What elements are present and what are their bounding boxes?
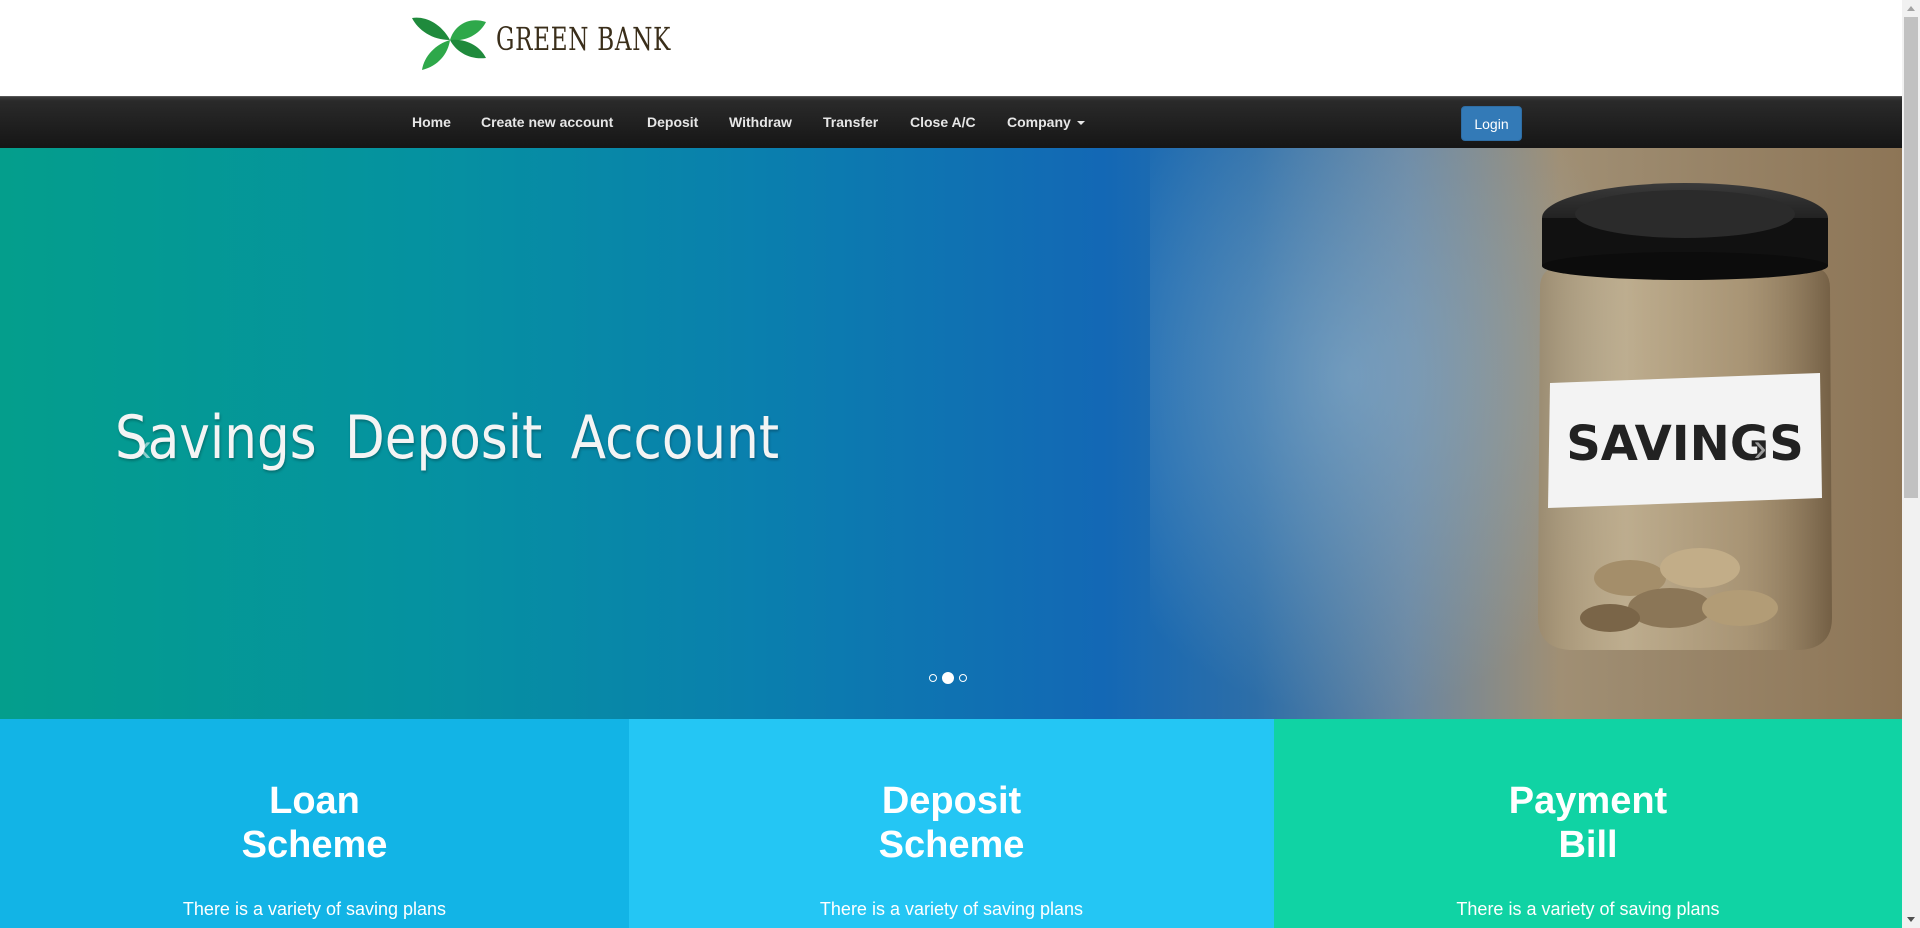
panel-title-line2: Scheme <box>241 824 388 866</box>
scroll-thumb[interactable] <box>1904 17 1918 498</box>
carousel-indicator-2[interactable] <box>942 672 954 684</box>
scroll-down-button[interactable] <box>1902 911 1920 928</box>
four-leaf-icon <box>412 17 486 70</box>
logo-text: GREEN BANK <box>496 20 672 58</box>
carousel-indicator-3[interactable] <box>959 674 967 682</box>
panel-title: Deposit Scheme <box>629 779 1274 867</box>
logo[interactable]: GREEN BANK <box>410 12 739 70</box>
panel-title-line2: Bill <box>1558 824 1618 866</box>
panel-payment-bill: Payment Bill There is a variety of savin… <box>1274 719 1902 928</box>
hero-title: Savings Deposit Account <box>115 403 780 473</box>
panel-text: There is a variety of saving plans <box>1456 899 1720 919</box>
carousel-indicator-1[interactable] <box>929 674 937 682</box>
panel-title-line1: Loan <box>269 780 360 822</box>
nav-company-label: Company <box>1007 114 1071 130</box>
panel-title-line2: Scheme <box>878 824 1025 866</box>
carousel-indicators <box>929 672 967 684</box>
nav-close-account[interactable]: Close A/C <box>910 114 976 130</box>
nav-deposit[interactable]: Deposit <box>647 114 698 130</box>
carousel-next-button[interactable]: › <box>1740 418 1780 478</box>
panel-title: Loan Scheme <box>0 779 629 867</box>
nav-transfer[interactable]: Transfer <box>823 114 878 130</box>
site-header: GREEN BANK <box>0 0 1902 96</box>
nav-withdraw[interactable]: Withdraw <box>729 114 792 130</box>
carousel-prev-button[interactable]: ‹ <box>125 418 165 478</box>
nav-create-account[interactable]: Create new account <box>481 114 613 130</box>
login-button[interactable]: Login <box>1461 106 1522 141</box>
panel-title: Payment Bill <box>1274 779 1902 867</box>
panel-title-line1: Deposit <box>881 780 1022 822</box>
panel-deposit-scheme: Deposit Scheme There is a variety of sav… <box>629 719 1274 928</box>
savings-jar-image: SAVINGS <box>1538 183 1832 650</box>
panel-text: There is a variety of saving plans <box>819 899 1084 919</box>
main-navbar: Home Create new account Deposit Withdraw… <box>0 96 1902 149</box>
arrow-up-icon <box>1907 6 1915 11</box>
panel-text: There is a variety of saving plans <box>182 899 447 919</box>
page-scrollbar[interactable] <box>1902 0 1920 928</box>
nav-company-dropdown[interactable]: Company <box>1007 114 1085 130</box>
hero-carousel: Savings Deposit Account SAVINGS ‹ › <box>0 148 1902 719</box>
caret-down-icon <box>1076 121 1085 126</box>
scroll-up-button[interactable] <box>1902 0 1920 17</box>
panel-loan-scheme: Loan Scheme There is a variety of saving… <box>0 719 629 928</box>
nav-home[interactable]: Home <box>412 114 451 130</box>
arrow-down-icon <box>1907 917 1915 922</box>
panel-title-line1: Payment <box>1508 780 1668 822</box>
